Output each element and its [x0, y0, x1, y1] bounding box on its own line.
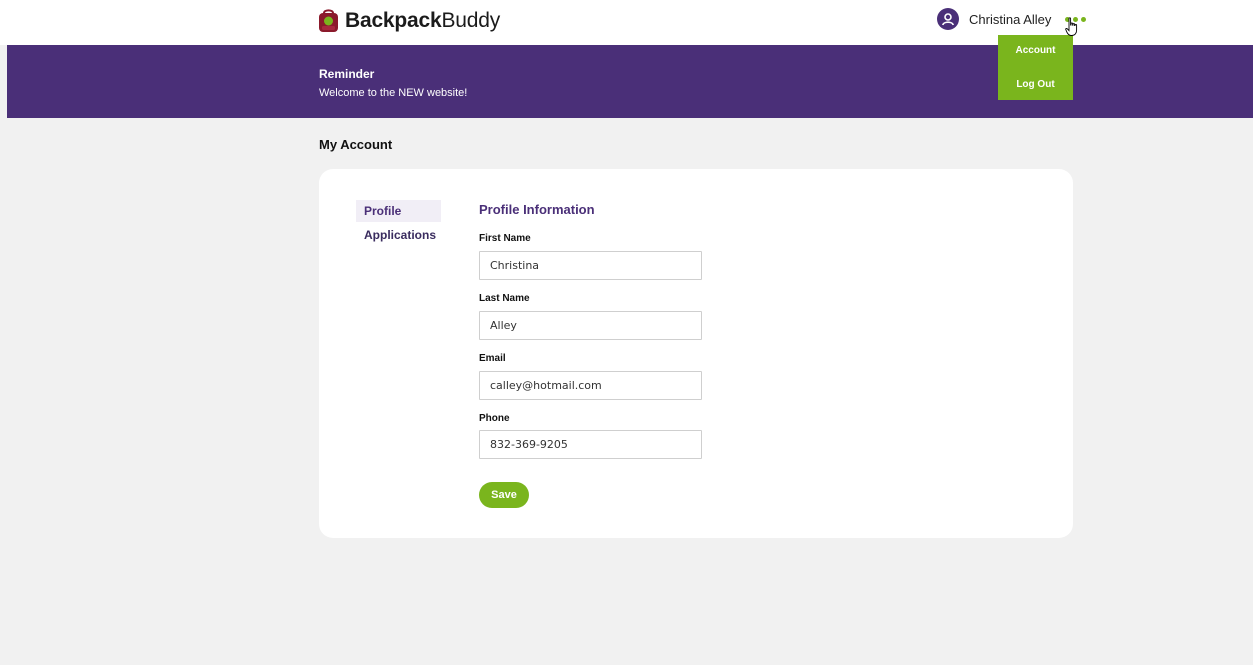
first-name-field[interactable]	[479, 251, 702, 280]
person-icon	[942, 13, 954, 26]
user-name[interactable]: Christina Alley	[969, 12, 1051, 27]
page-title: My Account	[319, 137, 393, 152]
hand-pointer-cursor-icon	[1065, 17, 1078, 36]
last-name-label: Last Name	[479, 293, 530, 304]
profile-form: Profile Information First Name Last Name…	[479, 202, 702, 508]
logo-text: BackpackBuddy	[345, 9, 500, 33]
first-name-label: First Name	[479, 233, 531, 244]
user-dropdown-menu: Account Log Out	[998, 35, 1073, 100]
side-nav-item-applications[interactable]: Applications	[356, 228, 441, 242]
email-field[interactable]	[479, 371, 702, 400]
logo-text-light: Buddy	[441, 9, 501, 32]
save-button[interactable]: Save	[479, 482, 529, 508]
phone-field[interactable]	[479, 430, 702, 459]
last-name-field[interactable]	[479, 311, 702, 340]
email-label: Email	[479, 353, 506, 364]
account-side-nav: Profile Applications	[356, 200, 441, 242]
phone-label: Phone	[479, 413, 510, 424]
banner-title: Reminder	[319, 67, 375, 81]
backpack-icon	[319, 9, 338, 32]
logo-text-bold: Backpack	[345, 9, 442, 32]
menu-item-log-out[interactable]: Log Out	[998, 79, 1073, 90]
account-card: Profile Applications Profile Information…	[319, 169, 1073, 538]
menu-item-account[interactable]: Account	[998, 45, 1073, 56]
banner-text: Welcome to the NEW website!	[319, 87, 468, 99]
more-dot-icon	[1081, 16, 1087, 22]
side-nav-item-profile[interactable]: Profile	[356, 200, 441, 222]
user-avatar-icon[interactable]	[937, 8, 959, 30]
form-title: Profile Information	[479, 202, 595, 217]
backpackbuddy-logo[interactable]: BackpackBuddy	[318, 7, 500, 35]
